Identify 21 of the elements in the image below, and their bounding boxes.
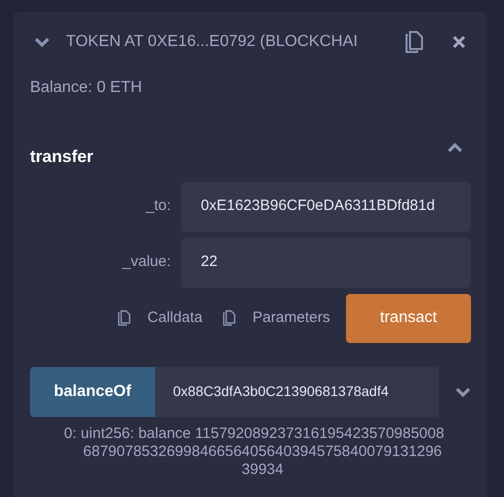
balanceof-button[interactable]: balanceOf <box>30 366 155 416</box>
balance-text: Balance: 0 ETH <box>30 78 144 98</box>
copy-calldata-button[interactable]: Calldata <box>117 306 202 330</box>
copy-icon[interactable] <box>222 309 236 327</box>
chevron-icon[interactable] <box>455 386 471 398</box>
copy-icon[interactable] <box>404 30 424 54</box>
param-input-field[interactable]: 0xE1623B96CF0eDA6311BDfd81d <box>180 182 471 232</box>
function-name: transfer <box>30 146 94 168</box>
param-label: _value: <box>121 252 172 272</box>
result-index: 0: <box>64 424 77 444</box>
chevron-icon[interactable] <box>447 140 463 153</box>
param-label: _to: <box>144 196 172 216</box>
close-icon[interactable] <box>452 35 466 49</box>
chevron-icon[interactable] <box>34 36 50 48</box>
copy-parameters-button[interactable]: Parameters <box>222 306 330 330</box>
transact-button[interactable]: transact <box>346 294 471 342</box>
address-input-field[interactable]: 0x88C3dfA3b0C21390681378adf4 <box>155 366 439 416</box>
result-text: uint256: balance 115792089237316195423570985008687907853269984665640564039457584007913129639934 <box>80 424 445 478</box>
copy-icon[interactable] <box>117 309 132 327</box>
contract-title: TOKEN AT 0XE16...E0792 (BLOCKCHAI <box>66 32 359 52</box>
param-input-field[interactable]: 22 <box>180 238 471 288</box>
